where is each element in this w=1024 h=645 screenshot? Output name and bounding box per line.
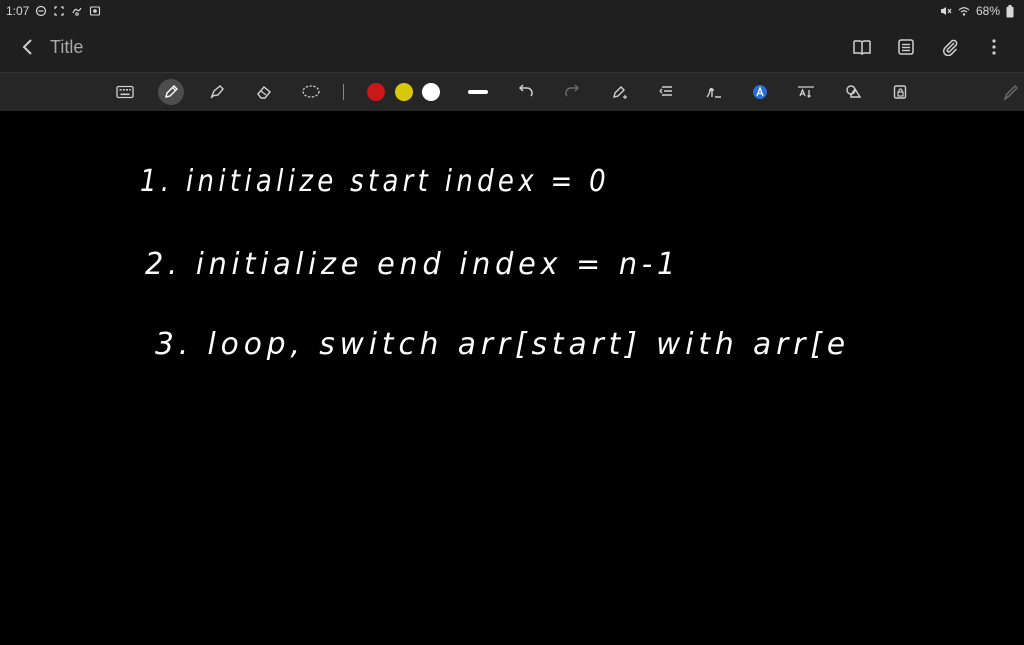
lasso-button[interactable] — [298, 79, 324, 105]
pen-settings-icon — [613, 86, 627, 99]
color-red-swatch[interactable] — [367, 83, 385, 101]
color-white-swatch[interactable] — [422, 83, 440, 101]
toolbar-divider — [343, 84, 344, 100]
note-title[interactable]: Title — [50, 37, 83, 58]
more-icon — [992, 39, 996, 55]
handwritten-line-3: 3. loop, switch arr[start] with arr[e — [155, 327, 850, 362]
note-canvas[interactable]: 1. initialize start index = 0 2. initial… — [0, 111, 1024, 640]
back-button[interactable] — [16, 36, 38, 58]
attach-button[interactable] — [938, 35, 962, 59]
drawing-pen-icon — [1003, 84, 1019, 101]
notification-icon — [72, 7, 82, 16]
eraser-button[interactable] — [251, 79, 277, 105]
battery-icon — [1006, 4, 1014, 17]
status-bar: 1:07 68% — [0, 0, 1024, 22]
list-icon — [898, 39, 914, 55]
wifi-icon — [958, 7, 970, 16]
text-align-button[interactable] — [654, 79, 680, 105]
mute-icon — [940, 7, 952, 15]
lasso-icon — [302, 85, 320, 98]
title-bar: Title — [0, 22, 1024, 72]
handwriting-to-text-button[interactable] — [700, 79, 726, 105]
pen-settings-button[interactable] — [607, 79, 633, 105]
keyboard-icon — [116, 85, 134, 99]
text-style-icon — [753, 85, 767, 99]
pen-button[interactable] — [158, 79, 184, 105]
redo-icon — [565, 84, 580, 97]
redo-button[interactable] — [560, 79, 586, 105]
handwriting-layer: 1. initialize start index = 0 2. initial… — [140, 164, 850, 362]
battery-percent: 68% — [975, 4, 1000, 18]
reading-mode-button[interactable] — [850, 35, 874, 59]
handwriting-to-text-icon — [706, 87, 721, 98]
title-actions — [850, 35, 1024, 59]
drawing-pen-button[interactable] — [998, 79, 1024, 105]
lock-icon — [893, 85, 907, 99]
back-icon — [22, 39, 32, 55]
eraser-icon — [257, 86, 271, 99]
undo-icon — [518, 84, 533, 97]
handwritten-line-2: 2. initialize end index = n-1 — [145, 247, 680, 282]
text-size-icon — [798, 86, 814, 98]
page-list-button[interactable] — [894, 35, 918, 59]
handwritten-line-1: 1. initialize start index = 0 — [140, 164, 610, 199]
highlighter-button[interactable] — [204, 79, 230, 105]
highlighter-icon — [210, 85, 224, 99]
paperclip-icon — [942, 39, 958, 56]
status-left: 1:07 — [0, 4, 101, 18]
color-yellow-swatch[interactable] — [395, 83, 413, 101]
more-options-button[interactable] — [982, 35, 1006, 59]
screenshot-icon — [54, 6, 64, 16]
status-time: 1:07 — [6, 4, 30, 18]
book-icon — [853, 40, 871, 55]
pen-icon — [165, 85, 178, 98]
text-style-button[interactable] — [747, 79, 773, 105]
keyboard-button[interactable] — [112, 79, 138, 105]
text-size-button[interactable] — [793, 79, 819, 105]
do-not-disturb-icon — [36, 5, 47, 17]
shapes-button[interactable] — [840, 79, 866, 105]
text-align-icon — [659, 86, 672, 96]
screen-record-icon — [90, 6, 101, 16]
pen-toolbar — [0, 72, 1024, 112]
status-right: 68% — [940, 4, 1024, 18]
lock-button[interactable] — [887, 79, 913, 105]
undo-button[interactable] — [512, 79, 538, 105]
stroke-width-icon — [468, 90, 488, 94]
stroke-width-button[interactable] — [465, 79, 491, 105]
shapes-icon — [846, 85, 862, 98]
